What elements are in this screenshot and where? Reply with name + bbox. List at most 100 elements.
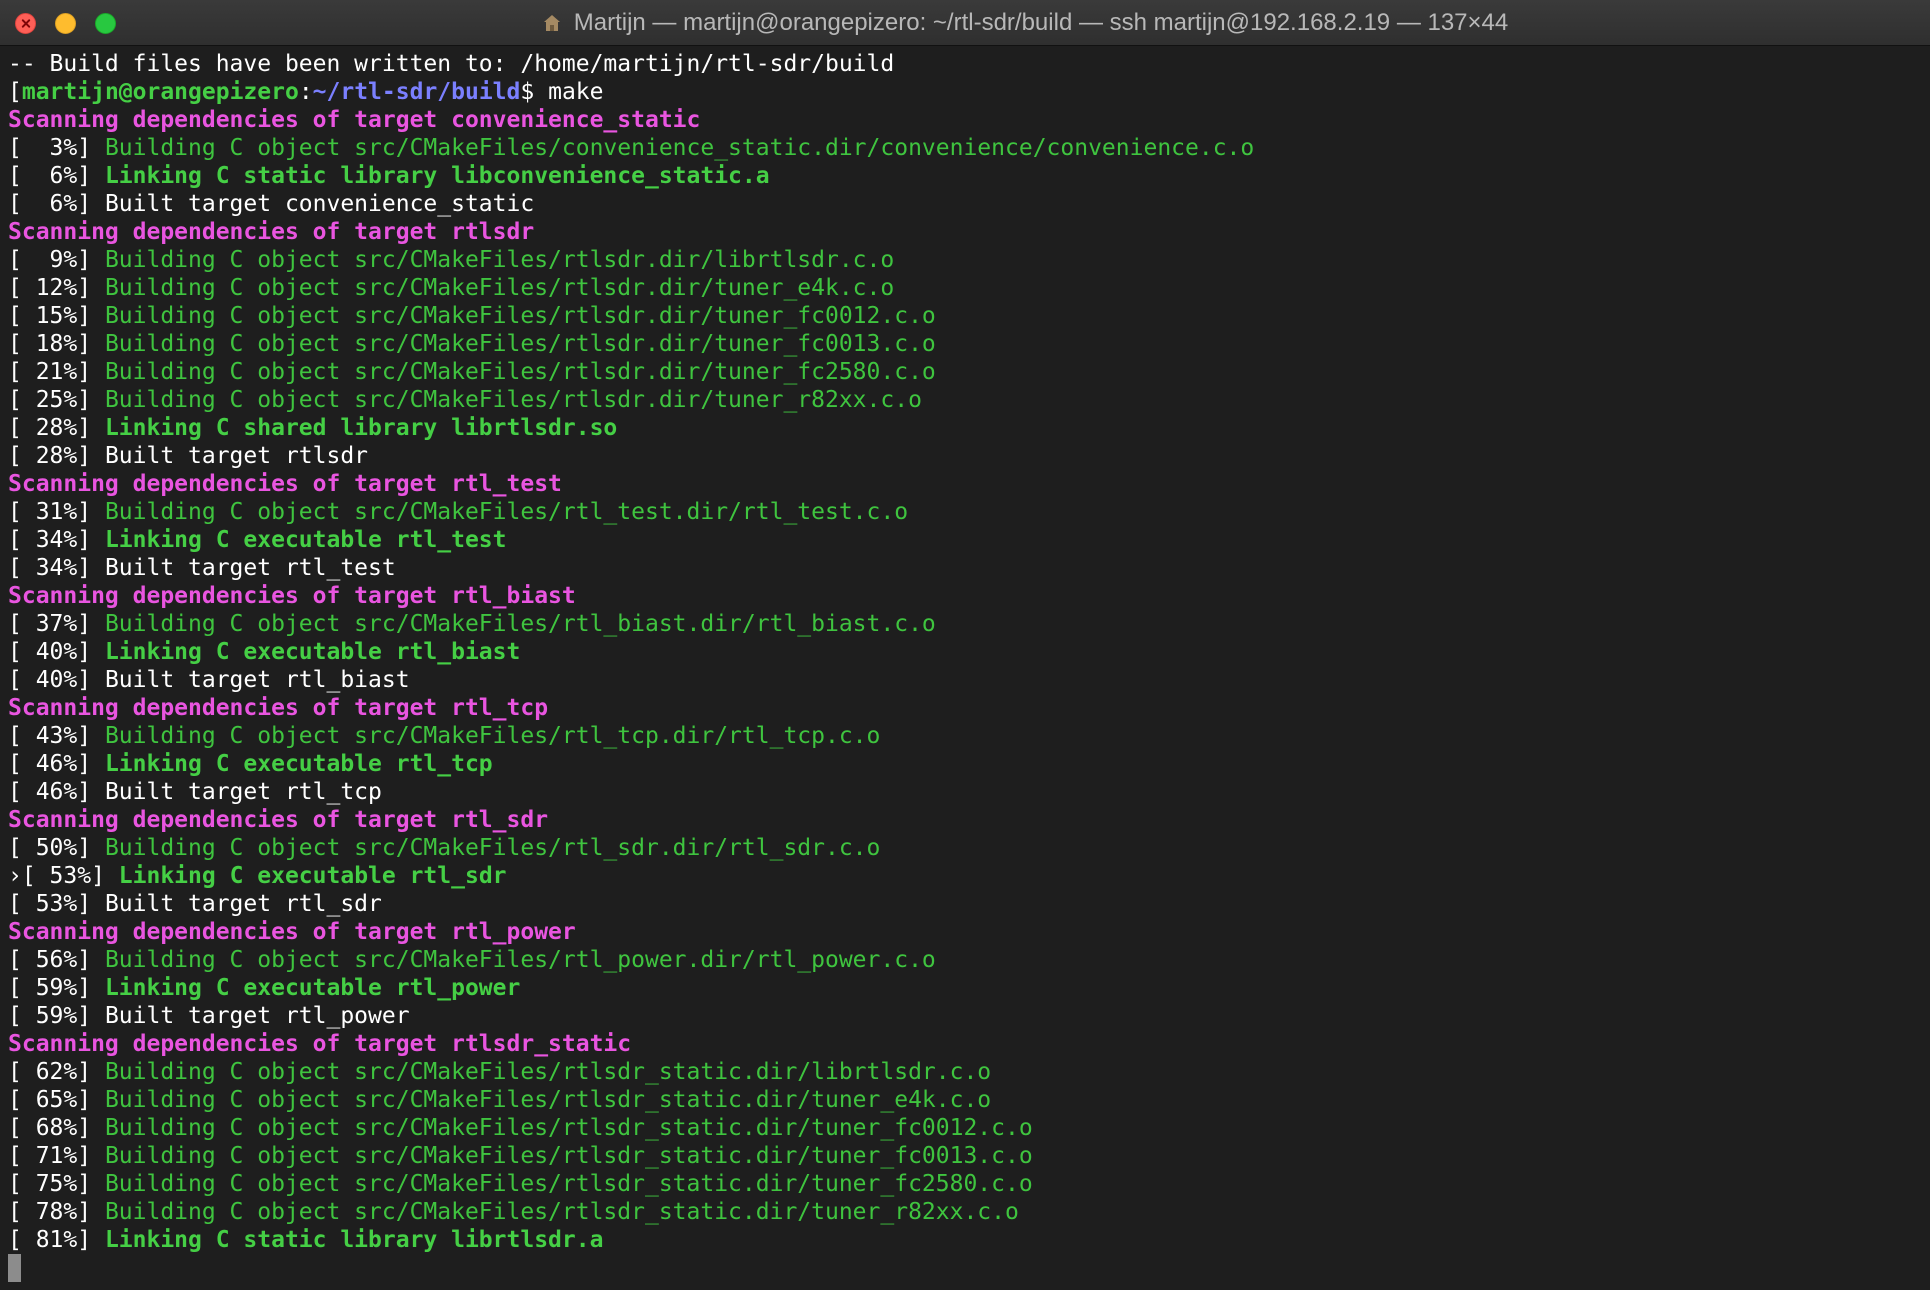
terminal-line: [ 18%] Building C object src/CMakeFiles/… <box>8 330 1930 358</box>
terminal-line: [ 28%] Linking C shared library librtlsd… <box>8 414 1930 442</box>
progress-percent: [ 68%] <box>8 1115 105 1141</box>
build-message: Building C object src/CMakeFiles/rtl_pow… <box>104 947 936 973</box>
progress-percent: [ 6%] <box>8 191 105 217</box>
prompt-user: martijn@orangepizero <box>21 79 299 105</box>
terminal-line: [ 71%] Building C object src/CMakeFiles/… <box>8 1142 1930 1170</box>
progress-percent: [ 34%] <box>8 527 105 553</box>
terminal-line: Scanning dependencies of target rtlsdr <box>8 218 1930 246</box>
progress-percent: [ 15%] <box>8 303 105 329</box>
built-message: Built target rtl_power <box>104 1003 410 1029</box>
scan-message: Scanning dependencies of target rtlsdr <box>8 219 535 245</box>
terminal-line: [ 59%] Linking C executable rtl_power <box>8 974 1930 1002</box>
link-message: Linking C static library libconvenience_… <box>104 163 770 189</box>
progress-percent: [ 59%] <box>8 975 105 1001</box>
title-bar[interactable]: Martijn — martijn@orangepizero: ~/rtl-sd… <box>0 0 1930 46</box>
terminal-line <box>8 1254 1930 1282</box>
terminal-window: Martijn — martijn@orangepizero: ~/rtl-sd… <box>0 0 1930 1290</box>
scan-message: Scanning dependencies of target rtl_bias… <box>8 583 576 609</box>
house-icon <box>543 15 560 31</box>
close-button[interactable] <box>15 13 36 34</box>
terminal-line: Scanning dependencies of target rtl_powe… <box>8 918 1930 946</box>
build-message: Building C object src/CMakeFiles/rtlsdr.… <box>104 331 936 357</box>
prompt-symbol: $ <box>520 79 549 105</box>
terminal-line: [ 9%] Building C object src/CMakeFiles/r… <box>8 246 1930 274</box>
minimize-button[interactable] <box>55 13 76 34</box>
progress-percent: [ 56%] <box>8 947 105 973</box>
progress-percent: [ 46%] <box>8 779 105 805</box>
scan-message: Scanning dependencies of target rtl_sdr <box>8 807 549 833</box>
build-message: Building C object src/CMakeFiles/rtlsdr_… <box>104 1199 1019 1225</box>
terminal-line: Scanning dependencies of target rtl_sdr <box>8 806 1930 834</box>
text-cursor <box>8 1254 21 1282</box>
terminal-line: [ 12%] Building C object src/CMakeFiles/… <box>8 274 1930 302</box>
link-message: Linking C executable rtl_power <box>104 975 521 1001</box>
terminal-line: [ 46%] Built target rtl_tcp <box>8 778 1930 806</box>
progress-percent: [ 43%] <box>8 723 105 749</box>
terminal-line: [ 46%] Linking C executable rtl_tcp <box>8 750 1930 778</box>
terminal-line: [ 34%] Built target rtl_test <box>8 554 1930 582</box>
line-marker: › <box>8 863 22 889</box>
line-marker: [ <box>8 79 22 105</box>
prompt-path: ~/rtl-sdr/build <box>312 79 521 105</box>
terminal-line: [martijn@orangepizero:~/rtl-sdr/build$ m… <box>8 78 1930 106</box>
progress-percent: [ 9%] <box>8 247 105 273</box>
build-message: Building C object src/CMakeFiles/rtlsdr_… <box>104 1115 1033 1141</box>
build-message: Building C object src/CMakeFiles/rtlsdr.… <box>104 275 895 301</box>
zoom-button[interactable] <box>95 13 116 34</box>
built-message: Built target convenience_static <box>104 191 535 217</box>
progress-percent: [ 53%] <box>21 863 119 889</box>
terminal-line: [ 75%] Building C object src/CMakeFiles/… <box>8 1170 1930 1198</box>
build-message: Building C object src/CMakeFiles/rtl_tes… <box>104 499 909 525</box>
terminal-line: Scanning dependencies of target convenie… <box>8 106 1930 134</box>
title-container: Martijn — martijn@orangepizero: ~/rtl-sd… <box>0 0 1930 46</box>
link-message: Linking C executable rtl_test <box>104 527 507 553</box>
build-message: Building C object src/CMakeFiles/rtlsdr_… <box>104 1171 1033 1197</box>
terminal-line: [ 53%] Built target rtl_sdr <box>8 890 1930 918</box>
scan-message: Scanning dependencies of target rtl_powe… <box>8 919 576 945</box>
terminal-output[interactable]: -- Build files have been written to: /ho… <box>0 46 1930 1290</box>
build-message: Building C object src/CMakeFiles/rtlsdr.… <box>104 247 895 273</box>
progress-percent: [ 71%] <box>8 1143 105 1169</box>
terminal-line: [ 15%] Building C object src/CMakeFiles/… <box>8 302 1930 330</box>
build-message: Building C object src/CMakeFiles/conveni… <box>104 135 1255 161</box>
scroll-marker <box>1926 80 1930 96</box>
scan-message: Scanning dependencies of target rtl_test <box>8 471 562 497</box>
progress-percent: [ 6%] <box>8 163 105 189</box>
progress-percent: [ 75%] <box>8 1171 105 1197</box>
built-message: Built target rtl_tcp <box>104 779 382 805</box>
progress-percent: [ 28%] <box>8 415 105 441</box>
terminal-line: [ 68%] Building C object src/CMakeFiles/… <box>8 1114 1930 1142</box>
build-message: Building C object src/CMakeFiles/rtlsdr_… <box>104 1143 1033 1169</box>
progress-percent: [ 12%] <box>8 275 105 301</box>
progress-percent: [ 40%] <box>8 667 105 693</box>
progress-percent: [ 18%] <box>8 331 105 357</box>
scan-message: Scanning dependencies of target rtlsdr_s… <box>8 1031 632 1057</box>
terminal-line: [ 62%] Building C object src/CMakeFiles/… <box>8 1058 1930 1086</box>
link-message: Linking C executable rtl_tcp <box>104 751 493 777</box>
terminal-line: [ 31%] Building C object src/CMakeFiles/… <box>8 498 1930 526</box>
terminal-line: ›[ 53%] Linking C executable rtl_sdr <box>8 862 1930 890</box>
progress-percent: [ 31%] <box>8 499 105 525</box>
progress-percent: [ 78%] <box>8 1199 105 1225</box>
build-message: Building C object src/CMakeFiles/rtlsdr.… <box>104 359 936 385</box>
terminal-line: -- Build files have been written to: /ho… <box>8 50 1930 78</box>
progress-percent: [ 25%] <box>8 387 105 413</box>
terminal-line: [ 43%] Building C object src/CMakeFiles/… <box>8 722 1930 750</box>
progress-percent: [ 3%] <box>8 135 105 161</box>
terminal-line: [ 6%] Linking C static library libconven… <box>8 162 1930 190</box>
terminal-line: [ 28%] Built target rtlsdr <box>8 442 1930 470</box>
link-message: Linking C static library librtlsdr.a <box>104 1227 604 1253</box>
build-message: Building C object src/CMakeFiles/rtlsdr_… <box>104 1059 992 1085</box>
link-message: Linking C executable rtl_sdr <box>118 863 507 889</box>
scan-message: Scanning dependencies of target convenie… <box>8 107 701 133</box>
terminal-line: Scanning dependencies of target rtlsdr_s… <box>8 1030 1930 1058</box>
terminal-line: [ 81%] Linking C static library librtlsd… <box>8 1226 1930 1254</box>
progress-percent: [ 62%] <box>8 1059 105 1085</box>
build-message: Building C object src/CMakeFiles/rtlsdr.… <box>104 387 922 413</box>
terminal-line: [ 50%] Building C object src/CMakeFiles/… <box>8 834 1930 862</box>
terminal-line: [ 37%] Building C object src/CMakeFiles/… <box>8 610 1930 638</box>
terminal-line: [ 3%] Building C object src/CMakeFiles/c… <box>8 134 1930 162</box>
build-message: Building C object src/CMakeFiles/rtlsdr.… <box>104 303 936 329</box>
window-title: Martijn — martijn@orangepizero: ~/rtl-sd… <box>573 9 1509 36</box>
link-message: Linking C executable rtl_biast <box>104 639 521 665</box>
